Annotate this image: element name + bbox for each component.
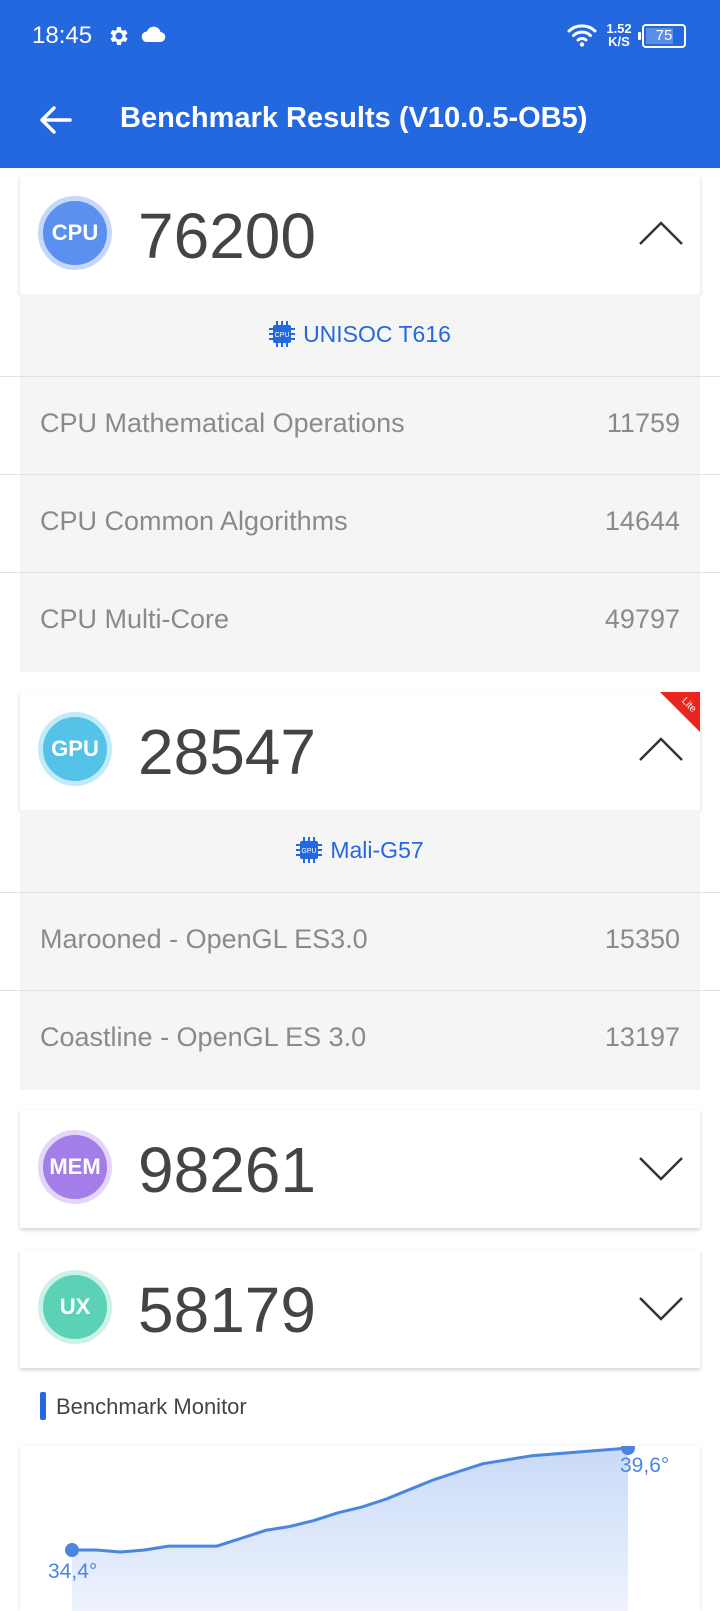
mem-score: 98261	[138, 1134, 316, 1206]
status-time: 18:45	[32, 22, 93, 49]
section-accent	[40, 1392, 46, 1420]
divider	[0, 572, 720, 573]
row-label: CPU Mathematical Operations	[40, 408, 405, 438]
app-bar: Benchmark Results (V10.0.5-OB5)	[0, 72, 720, 168]
top-bar: 18:45 1.52 K/S 75 Benchmark Results (V10…	[0, 0, 720, 168]
temperature-area	[72, 1448, 628, 1611]
gear-icon	[110, 27, 128, 45]
divider	[0, 990, 720, 991]
gpu-row-marooned: Marooned - OpenGL ES3.0 15350	[20, 892, 700, 990]
mem-score-card[interactable]: MEM 98261	[20, 1110, 700, 1228]
ux-score: 58179	[138, 1274, 316, 1346]
cpu-score-card[interactable]: CPU 76200	[20, 176, 700, 294]
page-title: Benchmark Results (V10.0.5-OB5)	[120, 102, 588, 134]
row-value: 11759	[606, 408, 680, 438]
back-arrow-icon[interactable]	[36, 100, 76, 140]
divider	[0, 474, 720, 475]
cpu-row-math: CPU Mathematical Operations 11759	[20, 376, 700, 474]
cpu-badge: CPU	[38, 196, 112, 270]
cpu-row-algorithms: CPU Common Algorithms 14644	[20, 474, 700, 572]
wifi-icon	[567, 24, 597, 47]
cloud-icon	[141, 26, 166, 43]
gpu-score: 28547	[138, 716, 316, 788]
gpu-chip-name: GPU Mali-G57	[20, 810, 700, 890]
gpu-chip-label: Mali-G57	[330, 836, 424, 863]
ux-score-card[interactable]: UX 58179	[20, 1250, 700, 1368]
row-value: 13197	[604, 1022, 680, 1052]
battery-icon: 75	[638, 24, 686, 48]
temperature-chart-svg	[65, 1446, 635, 1611]
start-point	[65, 1543, 79, 1558]
battery-level: 75	[655, 27, 673, 44]
end-temperature: 39,6°	[620, 1454, 670, 1477]
divider	[0, 892, 720, 893]
cpu-chip-name: CPU UNISOC T616	[20, 294, 700, 374]
chevron-up-icon[interactable]	[638, 736, 684, 762]
lite-ribbon: Lite	[660, 692, 700, 732]
gpu-badge: GPU	[38, 712, 112, 786]
network-speed: 1.52 K/S	[604, 22, 634, 48]
chip-icon-label: GPU	[302, 848, 317, 855]
divider	[0, 376, 720, 377]
row-label: Coastline - OpenGL ES 3.0	[40, 1022, 367, 1052]
row-label: CPU Multi-Core	[40, 604, 230, 634]
mem-badge: MEM	[38, 1130, 112, 1204]
chevron-down-icon[interactable]	[638, 1296, 684, 1322]
gpu-row-coastline: Coastline - OpenGL ES 3.0 13197	[20, 990, 700, 1088]
chip-icon: CPU	[269, 321, 296, 347]
cpu-row-multicore: CPU Multi-Core 49797	[20, 572, 700, 670]
cpu-score: 76200	[138, 200, 316, 272]
row-value: 49797	[604, 604, 680, 634]
ux-badge: UX	[38, 1270, 112, 1344]
chip-icon-label: CPU	[275, 332, 290, 339]
cpu-chip-label: UNISOC T616	[303, 320, 451, 347]
chevron-up-icon[interactable]	[638, 220, 684, 246]
row-label: Marooned - OpenGL ES3.0	[40, 924, 368, 954]
status-bar: 18:45 1.52 K/S 75	[0, 0, 720, 72]
row-label: CPU Common Algorithms	[40, 506, 348, 536]
benchmark-monitor-title: Benchmark Monitor	[56, 1394, 247, 1419]
row-value: 14644	[604, 506, 680, 536]
row-value: 15350	[604, 924, 680, 954]
network-speed-unit: K/S	[608, 34, 630, 49]
gpu-details: GPU Mali-G57 Marooned - OpenGL ES3.0 153…	[20, 810, 700, 1090]
start-temperature: 34,4°	[48, 1560, 98, 1583]
chip-icon: GPU	[296, 837, 323, 863]
gpu-score-card[interactable]: GPU 28547 Lite	[20, 692, 700, 810]
chevron-down-icon[interactable]	[638, 1156, 684, 1182]
temperature-chart: 34,4° 39,6°	[20, 1446, 700, 1611]
cpu-details: CPU UNISOC T616 CPU Mathematical Operati…	[20, 294, 700, 672]
